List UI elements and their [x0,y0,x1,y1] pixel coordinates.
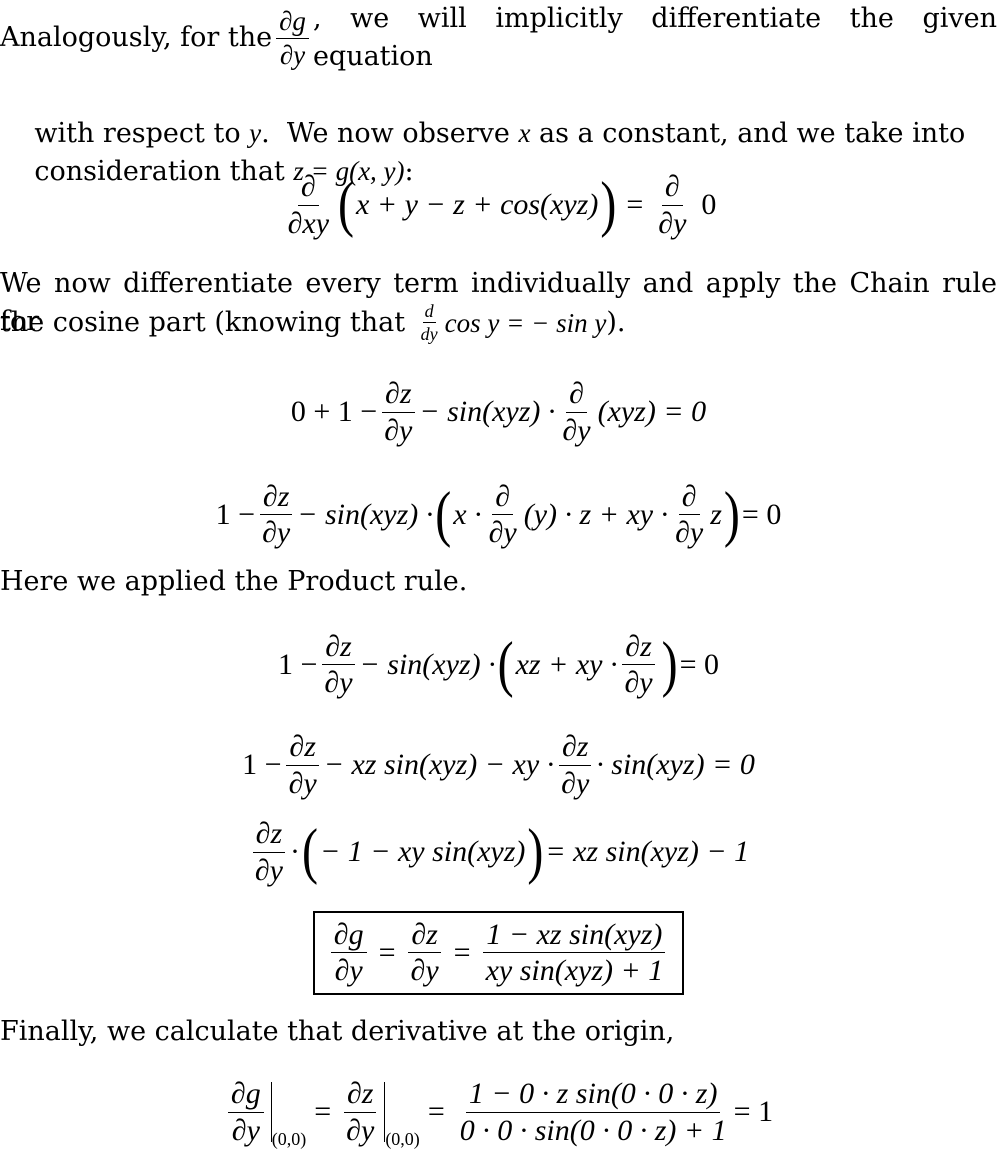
text: as a constant, and we take into [530,118,966,149]
fraction: ∂z ∂y [408,918,442,987]
math-expr: = 1 [733,1095,774,1128]
equation-3: 1 − ∂z ∂y − sin(xyz) · ( x · ∂ ∂y (y) · z … [0,472,997,557]
math-expr: (y) · z + xy · [523,497,669,531]
equation-1: ∂ ∂xy ( x + y − z + cos(xyz) ) = ∂ ∂y 0 [0,165,997,245]
math-expr: = xz sin(xyz) − 1 [545,835,750,868]
math-expr: (xyz) = 0 [597,395,707,428]
paren: ) [661,629,678,699]
equation-2: 0 + 1 − ∂z ∂y − sin(xyz) · ∂ ∂y (xyz) = 0 [0,372,997,452]
equation-7-result: ∂g ∂y = ∂z ∂y = 1 − xz sin(xyz) xy sin(xyz)… [0,905,997,1000]
fraction: ∂g ∂y [330,918,367,987]
math-expr: 1 − [277,647,318,681]
equals: = [314,1095,332,1128]
fraction: ∂z ∂y [621,630,655,699]
fraction: 1 − 0 · z sin(0 · 0 · z) 0 · 0 · sin(0 · … [459,1077,727,1147]
text: with respect to [34,118,250,149]
text: . We now observe [261,118,519,149]
fraction: ∂z ∂y [286,731,320,799]
text: ). [606,307,626,338]
paren: ( [435,479,452,549]
equation-5: 1 − ∂z ∂y − xz sin(xyz) − xy · ∂z ∂y · sin… [0,725,997,805]
fraction: ∂ ∂y [488,479,517,549]
text: Here we applied the Product rule. [0,566,468,597]
subscript: (0,0) [271,1129,307,1149]
fraction: ∂g ∂y [227,1078,264,1146]
text: We now differentiate every term individu… [0,268,997,337]
math-inline: cos y = − sin y [444,308,607,338]
paren: ) [600,169,617,239]
paren: ) [527,816,544,886]
text: Finally, we calculate that derivative at… [0,1016,675,1047]
math-expr: 1 − [215,497,256,531]
math-expr: z [710,497,722,531]
subscript: (0,0) [385,1129,420,1149]
equals: = [626,188,644,221]
fraction: ∂ ∂xy [287,170,330,240]
math-expr: 1 − [242,748,282,781]
paren: ( [338,169,355,239]
equals: = [427,1095,445,1128]
math-expr: x · [453,497,482,531]
fraction: ∂ ∂y [675,479,704,549]
math-var: x [518,118,531,148]
math-expr: − sin(xyz) · [419,395,556,428]
fraction: ∂z ∂y [381,378,415,446]
equals: = [378,935,396,969]
paren: ) [723,479,740,549]
math-expr: − 1 − xy sin(xyz) [319,835,526,868]
math-expr: − sin(xyz) · [359,647,496,681]
equation-8: ∂g ∂y (0,0) = ∂z ∂y (0,0) = 1 − 0 · z sin(… [0,1072,997,1152]
paragraph-chain-rule: We now differentiate every term individu… [0,265,997,343]
math-expr: 0 [701,188,717,221]
equation-6: ∂z ∂y · ( − 1 − xy sin(xyz) ) = xz sin(xy… [0,812,997,892]
evaluation: ∂z ∂y (0,0) [339,1078,420,1149]
text: , we will implicitly differentiate the g… [312,3,997,72]
fraction-dg-dy: ∂g ∂y [276,7,309,69]
math-var: y [249,118,262,148]
text: Analogously, for the [0,22,273,53]
fraction: ∂ ∂y [658,170,687,240]
math-expr: − xz sin(xyz) − xy · [323,748,555,781]
equals: = [453,935,471,969]
math-expr: − sin(xyz) · [297,497,434,531]
fraction: ∂z ∂y [558,731,592,799]
fraction: ∂z ∂y [259,480,293,549]
fraction: ∂z ∂y [252,818,286,886]
math-expr: x + y − z + cos(xyz) [356,188,599,221]
fraction: ∂ ∂y [562,377,591,447]
math-expr: = 0 [741,497,782,531]
math-expr: = 0 [679,647,719,681]
fraction: d dy [420,301,438,344]
result-box: ∂g ∂y = ∂z ∂y = 1 − xz sin(xyz) xy sin(xyz)… [312,910,685,995]
paragraph-intro: Analogously, for the ∂g ∂y , we will imp… [0,0,997,187]
math-expr: · sin(xyz) = 0 [596,748,755,781]
paren: ( [497,629,514,699]
math-expr: xz + xy · [515,647,618,681]
math-expr: · [289,835,300,868]
equation-4: 1 − ∂z ∂y − sin(xyz) · ( xz + xy · ∂z ∂y )… [0,622,997,707]
fraction: ∂z ∂y [343,1078,377,1146]
math-expr: 0 + 1 − [290,395,378,428]
text: the cosine part (knowing that [0,307,414,338]
paragraph-product-rule: Here we applied the Product rule. [0,563,997,601]
fraction: 1 − xz sin(xyz) xy sin(xyz) + 1 [483,918,667,987]
paragraph-origin: Finally, we calculate that derivative at… [0,1013,997,1051]
fraction: ∂z ∂y [321,630,355,699]
paren: ( [301,816,318,886]
evaluation: ∂g ∂y (0,0) [224,1078,306,1149]
